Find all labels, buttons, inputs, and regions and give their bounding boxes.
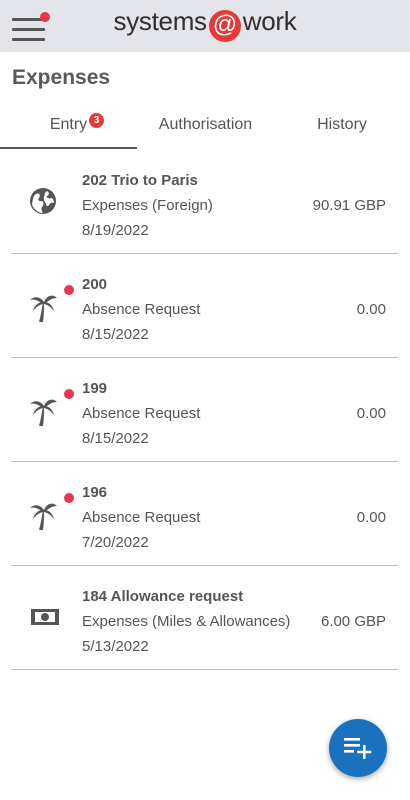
item-title: 199 bbox=[82, 380, 108, 397]
entry-count-badge: 3 bbox=[89, 113, 104, 128]
tab-indicator bbox=[0, 147, 137, 149]
tab-label: History bbox=[317, 116, 367, 133]
item-title: 196 bbox=[82, 484, 108, 501]
app-logo: systems @ work bbox=[0, 6, 410, 42]
globe-icon bbox=[28, 186, 62, 220]
unread-dot bbox=[64, 285, 74, 295]
item-amount: 90.91 GBP bbox=[312, 197, 386, 214]
palm-tree-icon bbox=[28, 498, 62, 532]
item-amount: 0.00 bbox=[356, 301, 386, 318]
tab-bar: Entry 3 Authorisation History bbox=[0, 108, 410, 150]
item-title: 200 bbox=[82, 276, 108, 293]
tab-entry[interactable]: Entry bbox=[0, 108, 137, 148]
palm-tree-icon bbox=[28, 394, 62, 428]
item-type: Absence Request bbox=[82, 301, 201, 318]
list-item[interactable]: 199 Absence Request 8/15/2022 0.00 bbox=[0, 358, 410, 462]
unread-dot bbox=[64, 389, 74, 399]
top-bar: systems @ work bbox=[0, 0, 410, 52]
cash-icon bbox=[28, 602, 62, 636]
unread-dot bbox=[64, 493, 74, 503]
expense-list: 202 Trio to Paris Expenses (Foreign) 8/1… bbox=[0, 150, 410, 670]
list-item[interactable]: 184 Allowance request Expenses (Miles & … bbox=[0, 566, 410, 670]
item-date: 7/20/2022 bbox=[82, 534, 149, 551]
item-type: Absence Request bbox=[82, 509, 201, 526]
item-type: Absence Request bbox=[82, 405, 201, 422]
list-item[interactable]: 202 Trio to Paris Expenses (Foreign) 8/1… bbox=[0, 150, 410, 254]
new-entry-button[interactable] bbox=[329, 719, 387, 777]
item-amount: 0.00 bbox=[356, 405, 386, 422]
item-date: 8/15/2022 bbox=[82, 326, 149, 343]
item-amount: 0.00 bbox=[356, 509, 386, 526]
tab-label: Authorisation bbox=[158, 116, 253, 133]
item-date: 8/15/2022 bbox=[82, 430, 149, 447]
item-type: Expenses (Foreign) bbox=[82, 197, 213, 214]
palm-tree-icon bbox=[28, 290, 62, 324]
item-type: Expenses (Miles & Allowances) bbox=[82, 613, 291, 630]
list-item[interactable]: 200 Absence Request 8/15/2022 0.00 bbox=[0, 254, 410, 358]
item-date: 8/19/2022 bbox=[82, 222, 149, 239]
list-item[interactable]: 196 Absence Request 7/20/2022 0.00 bbox=[0, 462, 410, 566]
add-list-icon bbox=[344, 738, 372, 759]
item-amount: 6.00 GBP bbox=[320, 613, 386, 630]
tab-history[interactable]: History bbox=[274, 108, 410, 148]
item-title: 184 Allowance request bbox=[82, 588, 244, 605]
page-title: Expenses bbox=[12, 66, 111, 89]
item-date: 5/13/2022 bbox=[82, 638, 149, 655]
tab-label: Entry bbox=[49, 116, 88, 133]
tab-authorisation[interactable]: Authorisation bbox=[137, 108, 274, 148]
divider bbox=[11, 669, 398, 670]
item-title: 202 Trio to Paris bbox=[82, 172, 198, 189]
